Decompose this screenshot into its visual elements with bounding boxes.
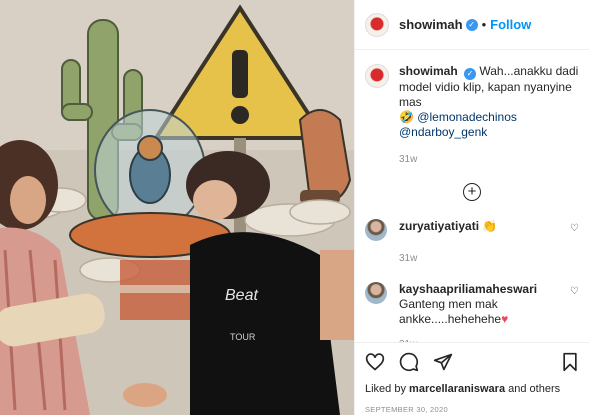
caption-time[interactable]: 31w	[399, 152, 579, 167]
commenter-avatar[interactable]	[365, 282, 387, 304]
mention-link[interactable]: @lemonadechinos	[417, 110, 517, 124]
mention-link[interactable]: @ndarboy_genk	[399, 125, 487, 139]
like-comment-heart-icon[interactable]: ♡	[570, 286, 579, 297]
comment-emoji: 👏	[482, 219, 498, 233]
likes-summary: Liked by marcellaraniswara and others	[365, 383, 579, 395]
verified-icon: ✓	[464, 68, 477, 80]
post-actions: Liked by marcellaraniswara and others SE…	[355, 342, 589, 414]
caption-avatar[interactable]	[365, 64, 389, 88]
comment-icon[interactable]	[399, 352, 419, 372]
post-date[interactable]: SEPTEMBER 30, 2020	[365, 405, 579, 414]
comment-text: Ganteng men mak ankke.....hehehehe	[399, 297, 502, 326]
post-caption: showimah ✓ Wah...anakku dadi model vidio…	[365, 64, 579, 167]
post-media[interactable]: Beat TOUR	[0, 0, 354, 415]
verified-icon: ✓	[465, 18, 478, 31]
author-avatar[interactable]	[365, 12, 389, 37]
caption-emoji: 🤣	[399, 110, 414, 124]
load-more-comments-button[interactable]: +	[463, 183, 481, 201]
follow-button[interactable]: Follow	[490, 17, 531, 32]
like-comment-heart-icon[interactable]: ♡	[570, 223, 579, 234]
svg-text:TOUR: TOUR	[230, 332, 256, 342]
post-side-panel: showimah ✓ • Follow showimah ✓ Wah...ana…	[354, 0, 589, 415]
post-header: showimah ✓ • Follow	[355, 0, 589, 50]
liked-by-username[interactable]: marcellaraniswara	[409, 383, 505, 395]
bookmark-icon[interactable]	[561, 352, 579, 372]
commenter-username[interactable]: kayshaapriliamaheswari	[399, 282, 537, 296]
comment-item: kayshaapriliamaheswari Ganteng men mak a…	[365, 282, 579, 327]
comments-list[interactable]: showimah ✓ Wah...anakku dadi model vidio…	[355, 56, 589, 342]
comment-item: zuryatiyatiyati 👏 ♡	[365, 219, 579, 241]
likes-suffix[interactable]: and others	[508, 383, 560, 395]
comment-time[interactable]: 31w	[399, 253, 579, 264]
share-icon[interactable]	[433, 352, 453, 372]
caption-username[interactable]: showimah	[399, 64, 458, 78]
svg-text:Beat: Beat	[225, 287, 258, 304]
add-icon: +	[467, 183, 477, 200]
commenter-username[interactable]: zuryatiyatiyati	[399, 219, 479, 233]
commenter-avatar[interactable]	[365, 219, 387, 241]
likes-prefix: Liked by	[365, 383, 406, 395]
header-separator: •	[481, 17, 487, 32]
author-username[interactable]: showimah	[399, 17, 463, 32]
heart-icon[interactable]	[365, 352, 385, 372]
comment-emoji: ♥	[501, 312, 509, 326]
video-frame-illustration: Beat TOUR	[0, 0, 354, 415]
